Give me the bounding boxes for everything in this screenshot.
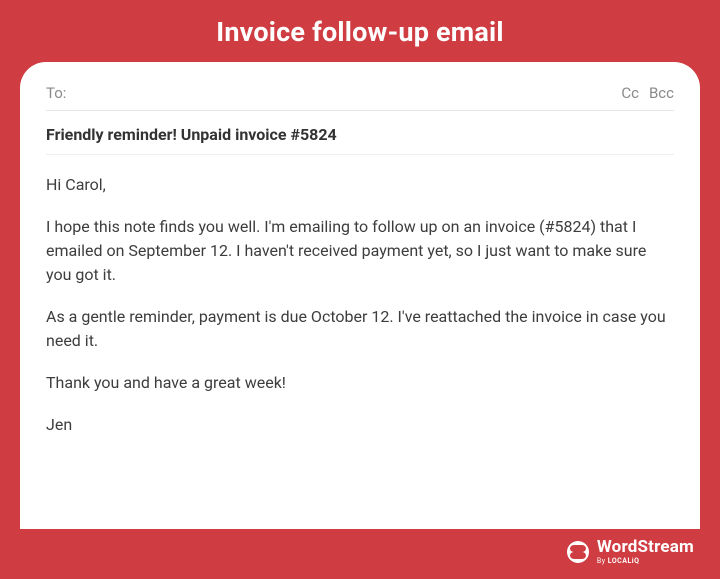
email-body: Hi Carol, I hope this note finds you wel… (46, 155, 674, 437)
bcc-label[interactable]: Bcc (649, 84, 674, 102)
to-label: To: (46, 84, 66, 102)
signoff: Jen (46, 413, 674, 437)
brand-subline: By LOCALiQ (597, 558, 694, 565)
body-paragraph-3: Thank you and have a great week! (46, 371, 674, 395)
template-title: Invoice follow-up email (20, 0, 700, 62)
brand-text: WordStream By LOCALiQ (597, 539, 694, 565)
email-card: To: Cc Bcc Friendly reminder! Unpaid inv… (20, 62, 700, 529)
body-paragraph-1: I hope this note finds you well. I'm ema… (46, 215, 674, 287)
email-subject: Friendly reminder! Unpaid invoice #5824 (46, 111, 674, 155)
wordstream-logo-icon (567, 541, 589, 563)
email-header-row: To: Cc Bcc (46, 78, 674, 111)
brand-footer: WordStream By LOCALiQ (20, 529, 700, 565)
greeting: Hi Carol, (46, 173, 674, 197)
cc-label[interactable]: Cc (621, 84, 639, 102)
body-paragraph-2: As a gentle reminder, payment is due Oct… (46, 305, 674, 353)
email-template-frame: Invoice follow-up email To: Cc Bcc Frien… (0, 0, 720, 579)
brand-name: WordStream (597, 539, 694, 556)
